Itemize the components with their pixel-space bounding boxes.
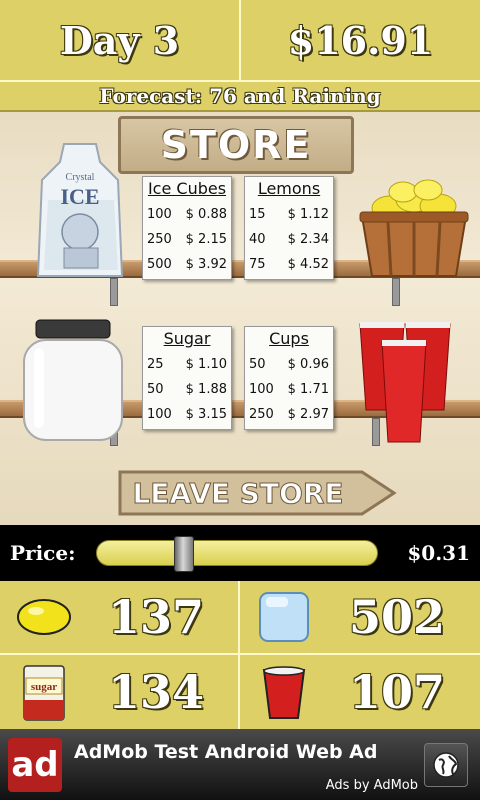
shelf-bracket <box>110 278 118 306</box>
price-slider-thumb[interactable] <box>173 536 194 572</box>
qty: 100 <box>249 382 274 397</box>
inventory-lemons: 137 <box>0 581 240 655</box>
status-header: Day 3 $16.91 <box>0 0 480 82</box>
price-row[interactable]: 40 $ 2.34 <box>249 227 329 252</box>
qty: 100 <box>147 407 172 422</box>
lemons-price-card[interactable]: Lemons 15 $ 1.12 40 $ 2.34 75 $ 4.52 <box>244 176 334 280</box>
price: $ 1.10 <box>185 357 227 372</box>
price-row[interactable]: 500 $ 3.92 <box>147 252 227 277</box>
price: $ 0.96 <box>287 357 329 372</box>
qty: 50 <box>249 357 266 372</box>
price: $ 1.88 <box>185 382 227 397</box>
sugar-icon-label: sugar <box>31 681 57 693</box>
lemons-count: 137 <box>107 590 205 644</box>
cups-count: 107 <box>348 665 446 719</box>
ad-subtitle: Ads by AdMob <box>325 777 418 793</box>
price-label: Price: <box>10 541 76 565</box>
sugar-bag-icon: sugar <box>23 665 65 721</box>
price: $ 1.12 <box>287 207 329 222</box>
red-cups-item[interactable] <box>358 318 452 446</box>
price-row[interactable]: 100 $ 3.15 <box>147 402 227 427</box>
price-row[interactable]: 25 $ 1.10 <box>147 352 227 377</box>
money-label: $16.91 <box>239 0 480 80</box>
qty: 50 <box>147 382 164 397</box>
price-value: $0.31 <box>407 541 470 565</box>
ad-banner[interactable]: ad AdMob Test Android Web Ad Ads by AdMo… <box>0 729 480 800</box>
price-row[interactable]: 15 $ 1.12 <box>249 202 329 227</box>
leave-store-button[interactable]: LEAVE STORE <box>118 468 398 518</box>
price-row[interactable]: 75 $ 4.52 <box>249 252 329 277</box>
sugar-card-title: Sugar <box>163 329 211 348</box>
day-label: Day 3 <box>59 17 180 63</box>
ad-text[interactable]: AdMob Test Android Web Ad Ads by AdMob <box>74 735 424 795</box>
store-panel: STORE Crystal ICE Ice Cubes 100 $ 0.88 2… <box>0 112 480 525</box>
price: $ 2.15 <box>185 232 227 247</box>
ice-bag-label: ICE <box>60 184 99 209</box>
price: $ 2.97 <box>287 407 329 422</box>
inventory-sugar: sugar 134 <box>0 655 240 729</box>
ice-bag-brand: Crystal <box>66 172 95 183</box>
qty: 75 <box>249 257 266 272</box>
cups-price-card[interactable]: Cups 50 $ 0.96 100 $ 1.71 250 $ 2.97 <box>244 326 334 430</box>
price: $ 4.52 <box>287 257 329 272</box>
qty: 100 <box>147 207 172 222</box>
price-bar: Price: $0.31 <box>0 525 480 581</box>
ad-title[interactable]: AdMob Test Android Web Ad <box>74 741 377 763</box>
qty: 25 <box>147 357 164 372</box>
red-cup-icon <box>262 666 306 719</box>
qty: 15 <box>249 207 266 222</box>
sugar-jar-item[interactable] <box>20 318 126 442</box>
globe-icon-glyph <box>433 751 459 778</box>
ice-card-title: Ice Cubes <box>147 179 227 198</box>
price: $ 1.71 <box>287 382 329 397</box>
globe-icon[interactable] <box>424 742 468 787</box>
price-row[interactable]: 50 $ 0.96 <box>249 352 329 377</box>
lemon-basket-item[interactable] <box>358 170 470 280</box>
price-row[interactable]: 50 $ 1.88 <box>147 377 227 402</box>
sugar-count: 134 <box>107 665 205 719</box>
ice-bag-item[interactable]: Crystal ICE <box>34 140 126 282</box>
price-row[interactable]: 250 $ 2.97 <box>249 402 329 427</box>
price-row[interactable]: 250 $ 2.15 <box>147 227 227 252</box>
qty: 500 <box>147 257 172 272</box>
qty: 40 <box>249 232 266 247</box>
inventory-cups: 107 <box>240 655 480 729</box>
sugar-price-card[interactable]: Sugar 25 $ 1.10 50 $ 1.88 100 $ 3.15 <box>142 326 232 430</box>
lemon-icon <box>17 599 71 635</box>
ice-cube-icon <box>259 592 309 642</box>
price: $ 0.88 <box>185 207 227 222</box>
store-sign: STORE <box>118 116 354 174</box>
weather-forecast: Forecast: 76 and Raining <box>0 82 480 112</box>
price-slider[interactable] <box>96 536 378 572</box>
inventory-ice: 502 <box>240 581 480 655</box>
admob-logo: ad <box>8 737 62 792</box>
price-row[interactable]: 100 $ 1.71 <box>249 377 329 402</box>
price: $ 3.92 <box>185 257 227 272</box>
shelf-bracket <box>392 278 400 306</box>
price: $ 2.34 <box>287 232 329 247</box>
ice-price-card[interactable]: Ice Cubes 100 $ 0.88 250 $ 2.15 500 $ 3.92 <box>142 176 232 280</box>
ice-count: 502 <box>348 590 446 644</box>
leave-store-label: LEAVE STORE <box>132 477 343 510</box>
inventory-panel: 137 502 sugar 134 107 <box>0 581 480 729</box>
qty: 250 <box>249 407 274 422</box>
qty: 250 <box>147 232 172 247</box>
price-row[interactable]: 100 $ 0.88 <box>147 202 227 227</box>
lemons-card-title: Lemons <box>257 179 321 198</box>
price: $ 3.15 <box>185 407 227 422</box>
cups-card-title: Cups <box>269 329 309 348</box>
